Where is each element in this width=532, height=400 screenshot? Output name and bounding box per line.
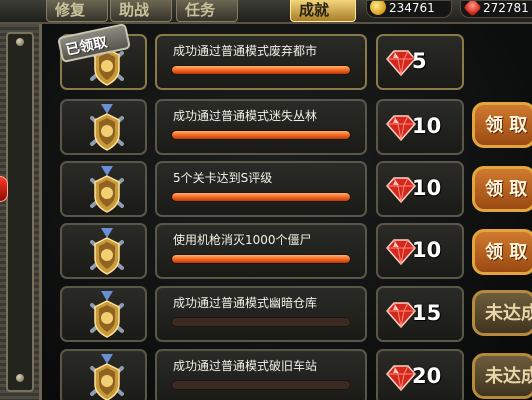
achievement-row: 成功通过普通模式迷失丛林 10 <box>60 99 465 155</box>
progress-bar <box>171 65 351 75</box>
bolt-icon <box>16 38 24 46</box>
gold-coin-icon <box>370 1 386 15</box>
medal-icon <box>90 228 124 276</box>
medal-slot <box>60 99 147 155</box>
reward-amount: 10 <box>412 114 442 138</box>
medal-slot <box>60 349 147 400</box>
gold-amount: 234761 <box>389 1 435 15</box>
reward-panel: 20 <box>376 349 464 400</box>
achievement-row: 成功通过普通模式废弃都市 5 已领取 <box>57 23 465 90</box>
task-panel: 成功通过普通模式迷失丛林 <box>155 99 367 155</box>
gem-counter: 272781 <box>460 0 532 18</box>
reward-panel: 10 <box>376 99 464 155</box>
progress-fill <box>172 193 350 201</box>
reward-amount: 10 <box>412 238 442 262</box>
top-bar: 修复 助战 任务 成就 234761 272781 <box>0 0 532 24</box>
progress-bar <box>171 380 351 390</box>
medal-slot <box>60 223 147 279</box>
reward-panel: 10 <box>376 161 464 217</box>
progress-bar <box>171 254 351 264</box>
reward-amount: 20 <box>412 364 442 388</box>
red-side-tab[interactable] <box>0 176 8 202</box>
task-panel: 成功通过普通模式废弃都市 <box>155 34 367 90</box>
not-achieved-button[interactable]: 未达成 <box>472 353 532 399</box>
tab-repair[interactable]: 修复 <box>46 0 108 22</box>
task-panel: 成功通过普通模式幽暗仓库 <box>155 286 367 342</box>
task-name: 成功通过普通模式幽暗仓库 <box>173 296 318 310</box>
task-name: 5个关卡达到S评级 <box>173 171 273 185</box>
progress-fill <box>172 255 350 263</box>
reward-amount: 5 <box>412 49 427 73</box>
task-panel: 使用机枪消灭1000个僵尸 <box>155 223 367 279</box>
achievement-row: 成功通过普通模式幽暗仓库 15 <box>60 286 465 342</box>
task-name: 成功通过普通模式废弃都市 <box>173 44 318 58</box>
reward-panel: 15 <box>376 286 464 342</box>
tab-assist[interactable]: 助战 <box>110 0 172 22</box>
achievement-row: 使用机枪消灭1000个僵尸 10 <box>60 223 465 279</box>
task-panel: 5个关卡达到S评级 <box>155 161 367 217</box>
medal-icon <box>90 166 124 214</box>
task-name: 成功通过普通模式破旧车站 <box>173 359 318 373</box>
task-name: 成功通过普通模式迷失丛林 <box>173 109 318 123</box>
progress-bar <box>171 192 351 202</box>
achievement-screen: 修复 助战 任务 成就 234761 272781 成功通过普通模式废弃都市 5… <box>0 0 532 400</box>
left-frame <box>0 24 42 400</box>
progress-fill <box>172 131 350 139</box>
medal-icon <box>90 354 124 400</box>
task-panel: 成功通过普通模式破旧车站 <box>155 349 367 400</box>
gold-counter: 234761 <box>366 0 452 18</box>
progress-bar <box>171 130 351 140</box>
red-gem-icon <box>463 1 482 17</box>
reward-amount: 10 <box>412 176 442 200</box>
reward-panel: 10 <box>376 223 464 279</box>
task-name: 使用机枪消灭1000个僵尸 <box>173 233 312 247</box>
reward-panel: 5 <box>376 34 464 90</box>
left-scroll-track[interactable] <box>6 32 34 392</box>
progress-bar <box>171 317 351 327</box>
achievement-row: 5个关卡达到S评级 10 <box>60 161 465 217</box>
bolt-icon <box>16 374 24 382</box>
not-achieved-button[interactable]: 未达成 <box>472 290 532 336</box>
medal-icon <box>90 291 124 339</box>
reward-amount: 15 <box>412 301 442 325</box>
tab-mission[interactable]: 任务 <box>176 0 238 22</box>
medal-icon <box>90 104 124 152</box>
tab-achievement[interactable]: 成就 <box>290 0 356 22</box>
achievement-row: 成功通过普通模式破旧车站 20 <box>60 349 465 400</box>
claim-button[interactable]: 领 取 <box>472 166 532 212</box>
progress-fill <box>172 66 350 74</box>
gem-amount: 272781 <box>483 1 529 15</box>
medal-slot <box>60 161 147 217</box>
medal-slot <box>60 286 147 342</box>
claim-button[interactable]: 领 取 <box>472 229 532 275</box>
claim-button[interactable]: 领 取 <box>472 102 532 148</box>
